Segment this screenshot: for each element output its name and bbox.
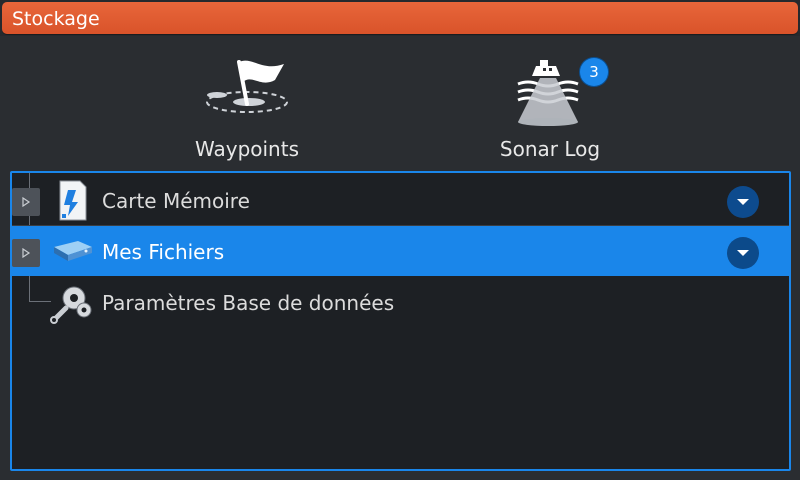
sonar-log-icon	[460, 52, 640, 132]
tree-item-carte-memoire[interactable]: Carte Mémoire	[12, 175, 789, 225]
expand-arrow-icon	[22, 197, 31, 207]
tree-item-label: Paramètres Base de données	[102, 291, 395, 315]
sonar-log-count-badge: 3	[580, 58, 608, 86]
sonar-log-shortcut-button[interactable]: 3 Sonar Log	[460, 52, 640, 164]
title-bar-background: Stockage	[2, 2, 798, 34]
expand-toggle[interactable]	[12, 188, 40, 216]
tree-item-label: Carte Mémoire	[102, 189, 250, 213]
waypoints-shortcut-button[interactable]: Waypoints	[157, 52, 337, 164]
chevron-down-icon	[737, 250, 749, 256]
sonar-log-label: Sonar Log	[499, 137, 601, 161]
file-tree-panel: Carte Mémoire Mes Fichiers Paramètres Ba…	[10, 171, 791, 471]
title-bar: Stockage	[0, 0, 800, 36]
tree-item-mes-fichiers[interactable]: Mes Fichiers	[12, 226, 789, 276]
tree-item-label: Mes Fichiers	[102, 240, 225, 264]
window-title: Stockage	[12, 8, 100, 30]
expand-toggle[interactable]	[12, 239, 40, 267]
item-menu-button[interactable]	[727, 186, 759, 218]
chevron-down-icon	[737, 199, 749, 205]
item-menu-button[interactable]	[727, 237, 759, 269]
waypoint-flag-icon	[157, 52, 337, 132]
expand-arrow-icon	[22, 248, 31, 258]
drive-icon	[48, 229, 94, 273]
tree-item-parametres-base-de-donnees[interactable]: Paramètres Base de données	[12, 277, 789, 327]
settings-gears-icon	[48, 280, 94, 324]
waypoints-label: Waypoints	[194, 137, 299, 161]
memory-card-icon	[48, 178, 94, 222]
